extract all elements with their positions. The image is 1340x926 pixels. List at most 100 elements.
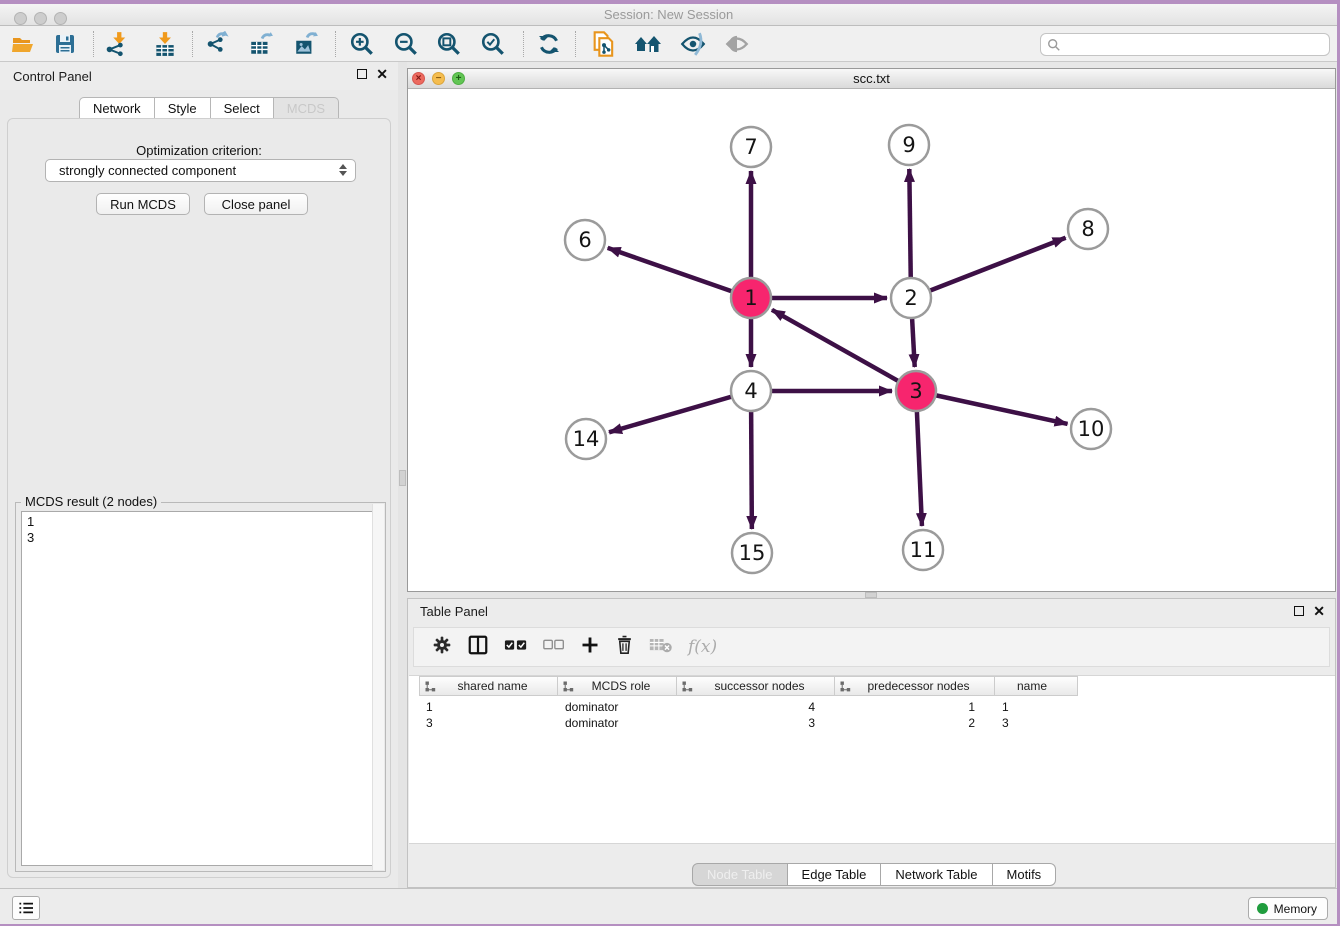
window-minimize-button[interactable]: [34, 12, 47, 25]
table-cell[interactable]: 1: [835, 699, 995, 715]
table-cell[interactable]: 3: [995, 715, 1078, 731]
result-scrollbar[interactable]: [372, 504, 384, 870]
close-panel-icon[interactable]: ✕: [376, 69, 388, 79]
open-session-button[interactable]: [8, 30, 38, 58]
table-cell[interactable]: dominator: [558, 699, 677, 715]
float-panel-icon[interactable]: [1294, 606, 1304, 616]
task-history-button[interactable]: [12, 896, 40, 920]
svg-text:3: 3: [909, 379, 922, 403]
graph-node-6[interactable]: 6: [565, 220, 605, 260]
graph-node-15[interactable]: 15: [732, 533, 772, 573]
graph-node-10[interactable]: 10: [1071, 409, 1111, 449]
import-table-button[interactable]: [150, 30, 180, 58]
zoom-selected-button[interactable]: [478, 30, 508, 58]
zoom-fit-button[interactable]: [434, 30, 464, 58]
show-all-button[interactable]: [722, 30, 752, 58]
hide-selected-button[interactable]: [678, 30, 708, 58]
table-cell[interactable]: 3: [419, 715, 558, 731]
network-graph-canvas[interactable]: 7 9 6 8 1 2 4 3 14 10 15 11: [408, 89, 1335, 591]
delete-column-button[interactable]: [615, 634, 634, 660]
select-all-columns-button[interactable]: [504, 638, 528, 657]
window-close-button[interactable]: [14, 12, 27, 25]
zoom-out-button[interactable]: [391, 30, 421, 58]
tab-motifs[interactable]: Motifs: [993, 863, 1057, 886]
zoom-in-button[interactable]: [347, 30, 377, 58]
table-cell[interactable]: 2: [835, 715, 995, 731]
table-row[interactable]: 3dominator323: [419, 715, 1078, 731]
clone-network-icon: [590, 30, 618, 58]
graph-edge-2-8[interactable]: [911, 238, 1066, 298]
import-network-button[interactable]: [101, 30, 131, 58]
search-field[interactable]: [1040, 33, 1330, 56]
graph-node-2[interactable]: 2: [891, 278, 931, 318]
mcds-result-text[interactable]: 1 3: [21, 511, 380, 866]
window-zoom-button[interactable]: [54, 12, 67, 25]
deselect-all-columns-button[interactable]: [543, 638, 565, 656]
graph-node-8[interactable]: 8: [1068, 209, 1108, 249]
vertical-splitter[interactable]: [398, 62, 407, 888]
close-panel-button[interactable]: Close panel: [204, 193, 308, 215]
graph-node-14[interactable]: 14: [566, 419, 606, 459]
graph-node-9[interactable]: 9: [889, 125, 929, 165]
table-cell[interactable]: 3: [677, 715, 835, 731]
refresh-icon: [536, 31, 562, 57]
tab-mcds[interactable]: MCDS: [274, 97, 339, 119]
column-header-successor-nodes[interactable]: successor nodes: [677, 676, 835, 696]
graph-edge-3-1[interactable]: [772, 310, 916, 391]
table-cell[interactable]: 1: [419, 699, 558, 715]
trash-icon: [615, 634, 634, 655]
run-mcds-button[interactable]: Run MCDS: [96, 193, 190, 215]
graph-edge-1-6[interactable]: [608, 248, 751, 298]
control-panel-title: Control Panel: [13, 69, 92, 84]
tab-network[interactable]: Network: [79, 97, 155, 119]
network-close-icon[interactable]: ×: [412, 72, 425, 85]
table-settings-button[interactable]: [432, 635, 452, 660]
save-session-button[interactable]: [50, 30, 80, 58]
export-image-button[interactable]: [291, 30, 321, 58]
network-window-titlebar[interactable]: × − + scc.txt: [408, 69, 1335, 89]
table-cell[interactable]: 1: [995, 699, 1078, 715]
function-builder-button[interactable]: f(x): [688, 637, 717, 657]
graph-node-4[interactable]: 4: [731, 371, 771, 411]
table-row[interactable]: 1dominator411: [419, 699, 1078, 715]
tab-edge-table[interactable]: Edge Table: [788, 863, 882, 886]
svg-text:11: 11: [910, 538, 937, 562]
network-minimize-icon[interactable]: −: [432, 72, 445, 85]
table-cell[interactable]: dominator: [558, 715, 677, 731]
column-header-label: successor nodes: [693, 679, 834, 693]
graph-edge-4-14[interactable]: [609, 391, 751, 432]
create-column-button[interactable]: [580, 635, 600, 660]
tab-style[interactable]: Style: [155, 97, 211, 119]
search-input[interactable]: [1065, 38, 1329, 52]
status-bar: Memory: [0, 888, 1337, 924]
first-neighbors-button[interactable]: [633, 30, 663, 58]
graph-node-3[interactable]: 3: [896, 371, 936, 411]
criterion-value: strongly connected component: [59, 163, 236, 178]
graph-node-11[interactable]: 11: [903, 530, 943, 570]
column-header-predecessor-nodes[interactable]: predecessor nodes: [835, 676, 995, 696]
delete-table-button[interactable]: [649, 636, 673, 659]
tab-node-table[interactable]: Node Table: [692, 863, 788, 886]
criterion-select[interactable]: strongly connected component: [45, 159, 356, 182]
column-header-shared-name[interactable]: shared name: [419, 676, 558, 696]
float-panel-icon[interactable]: [357, 69, 367, 79]
clone-network-button[interactable]: [589, 30, 619, 58]
splitter-handle[interactable]: [399, 470, 406, 486]
column-header-name[interactable]: name: [995, 676, 1078, 696]
table-cell[interactable]: 4: [677, 699, 835, 715]
memory-button[interactable]: Memory: [1248, 897, 1328, 920]
export-network-button[interactable]: [202, 30, 232, 58]
tab-select[interactable]: Select: [211, 97, 274, 119]
memory-label: Memory: [1274, 902, 1317, 916]
tab-network-table[interactable]: Network Table: [881, 863, 992, 886]
show-column-panel-button[interactable]: [467, 634, 489, 661]
column-header-MCDS-role[interactable]: MCDS role: [558, 676, 677, 696]
toolbar-separator: [93, 31, 94, 57]
close-panel-icon[interactable]: ✕: [1313, 606, 1325, 616]
refresh-layout-button[interactable]: [534, 30, 564, 58]
graph-node-1[interactable]: 1: [731, 278, 771, 318]
graph-node-7[interactable]: 7: [731, 127, 771, 167]
graph-edge-3-10[interactable]: [916, 391, 1068, 424]
export-table-button[interactable]: [246, 30, 276, 58]
network-maximize-icon[interactable]: +: [452, 72, 465, 85]
